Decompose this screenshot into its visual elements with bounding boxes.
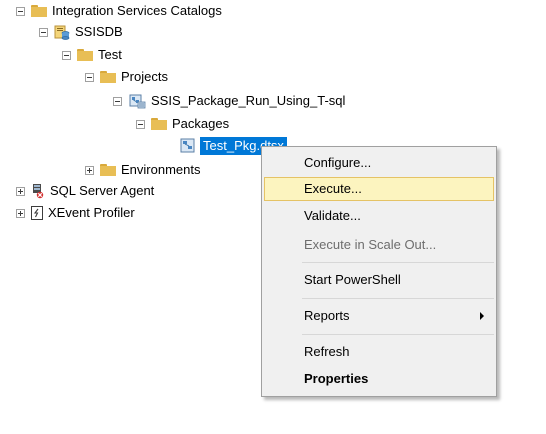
collapse-icon[interactable] — [16, 6, 25, 16]
tree-node-projects[interactable]: Projects — [85, 67, 168, 87]
ssisdb-catalog-icon — [54, 24, 70, 40]
object-explorer-tree: Integration Services Catalogs SSISDB Tes… — [0, 0, 546, 434]
tree-node-environments[interactable]: Environments — [85, 160, 200, 180]
folder-icon — [77, 49, 93, 61]
tree-node-label: SQL Server Agent — [50, 183, 155, 198]
tree-node-label: Projects — [121, 69, 168, 84]
submenu-arrow-icon — [480, 312, 484, 320]
menu-item-configure[interactable]: Configure... — [264, 151, 494, 175]
collapse-icon[interactable] — [62, 50, 71, 60]
context-menu: Configure... Execute... Validate... Exec… — [261, 146, 497, 397]
menu-separator — [302, 262, 494, 263]
tree-node-packages[interactable]: Packages — [136, 114, 229, 134]
tree-node-integration-services-catalogs[interactable]: Integration Services Catalogs — [16, 1, 222, 21]
tree-node-label: Environments — [121, 162, 201, 177]
menu-item-validate[interactable]: Validate... — [264, 204, 494, 228]
package-icon — [180, 138, 196, 154]
tree-node-label: XEvent Profiler — [48, 205, 135, 220]
menu-separator — [302, 334, 494, 335]
collapse-icon[interactable] — [85, 72, 94, 82]
menu-item-execute[interactable]: Execute... — [264, 177, 494, 201]
tree-node-label: SSISDB — [75, 24, 123, 39]
tree-node-label: Integration Services Catalogs — [52, 3, 222, 18]
expand-icon[interactable] — [16, 208, 25, 218]
tree-node-label: SSIS_Package_Run_Using_T-sql — [151, 93, 346, 108]
menu-item-label: Reports — [304, 308, 350, 323]
folder-icon — [100, 71, 116, 83]
tree-node-ssisdb[interactable]: SSISDB — [39, 22, 123, 42]
menu-separator — [302, 298, 494, 299]
tree-node-test[interactable]: Test — [62, 45, 122, 65]
menu-item-reports[interactable]: Reports — [264, 304, 494, 328]
xevent-profiler-icon — [31, 206, 43, 220]
expand-icon[interactable] — [16, 186, 25, 196]
folder-icon — [100, 164, 116, 176]
folder-icon — [151, 118, 167, 130]
tree-node-label: Packages — [172, 116, 230, 131]
menu-item-properties[interactable]: Properties — [264, 367, 494, 391]
tree-node-xevent-profiler[interactable]: XEvent Profiler — [16, 203, 135, 223]
menu-item-execute-scale-out: Execute in Scale Out... — [304, 237, 437, 252]
tree-node-project[interactable]: SSIS_Package_Run_Using_T-sql — [113, 91, 345, 111]
sql-agent-icon — [31, 183, 45, 199]
collapse-icon[interactable] — [113, 96, 122, 106]
collapse-icon[interactable] — [136, 119, 145, 129]
tree-node-label: Test — [98, 47, 122, 62]
ssis-project-icon — [128, 93, 146, 109]
collapse-icon[interactable] — [39, 27, 48, 37]
tree-node-sql-server-agent[interactable]: SQL Server Agent — [16, 181, 154, 201]
expand-icon[interactable] — [85, 165, 94, 175]
menu-item-start-powershell[interactable]: Start PowerShell — [264, 268, 494, 292]
menu-item-refresh[interactable]: Refresh — [264, 340, 494, 364]
folder-icon — [31, 5, 47, 17]
